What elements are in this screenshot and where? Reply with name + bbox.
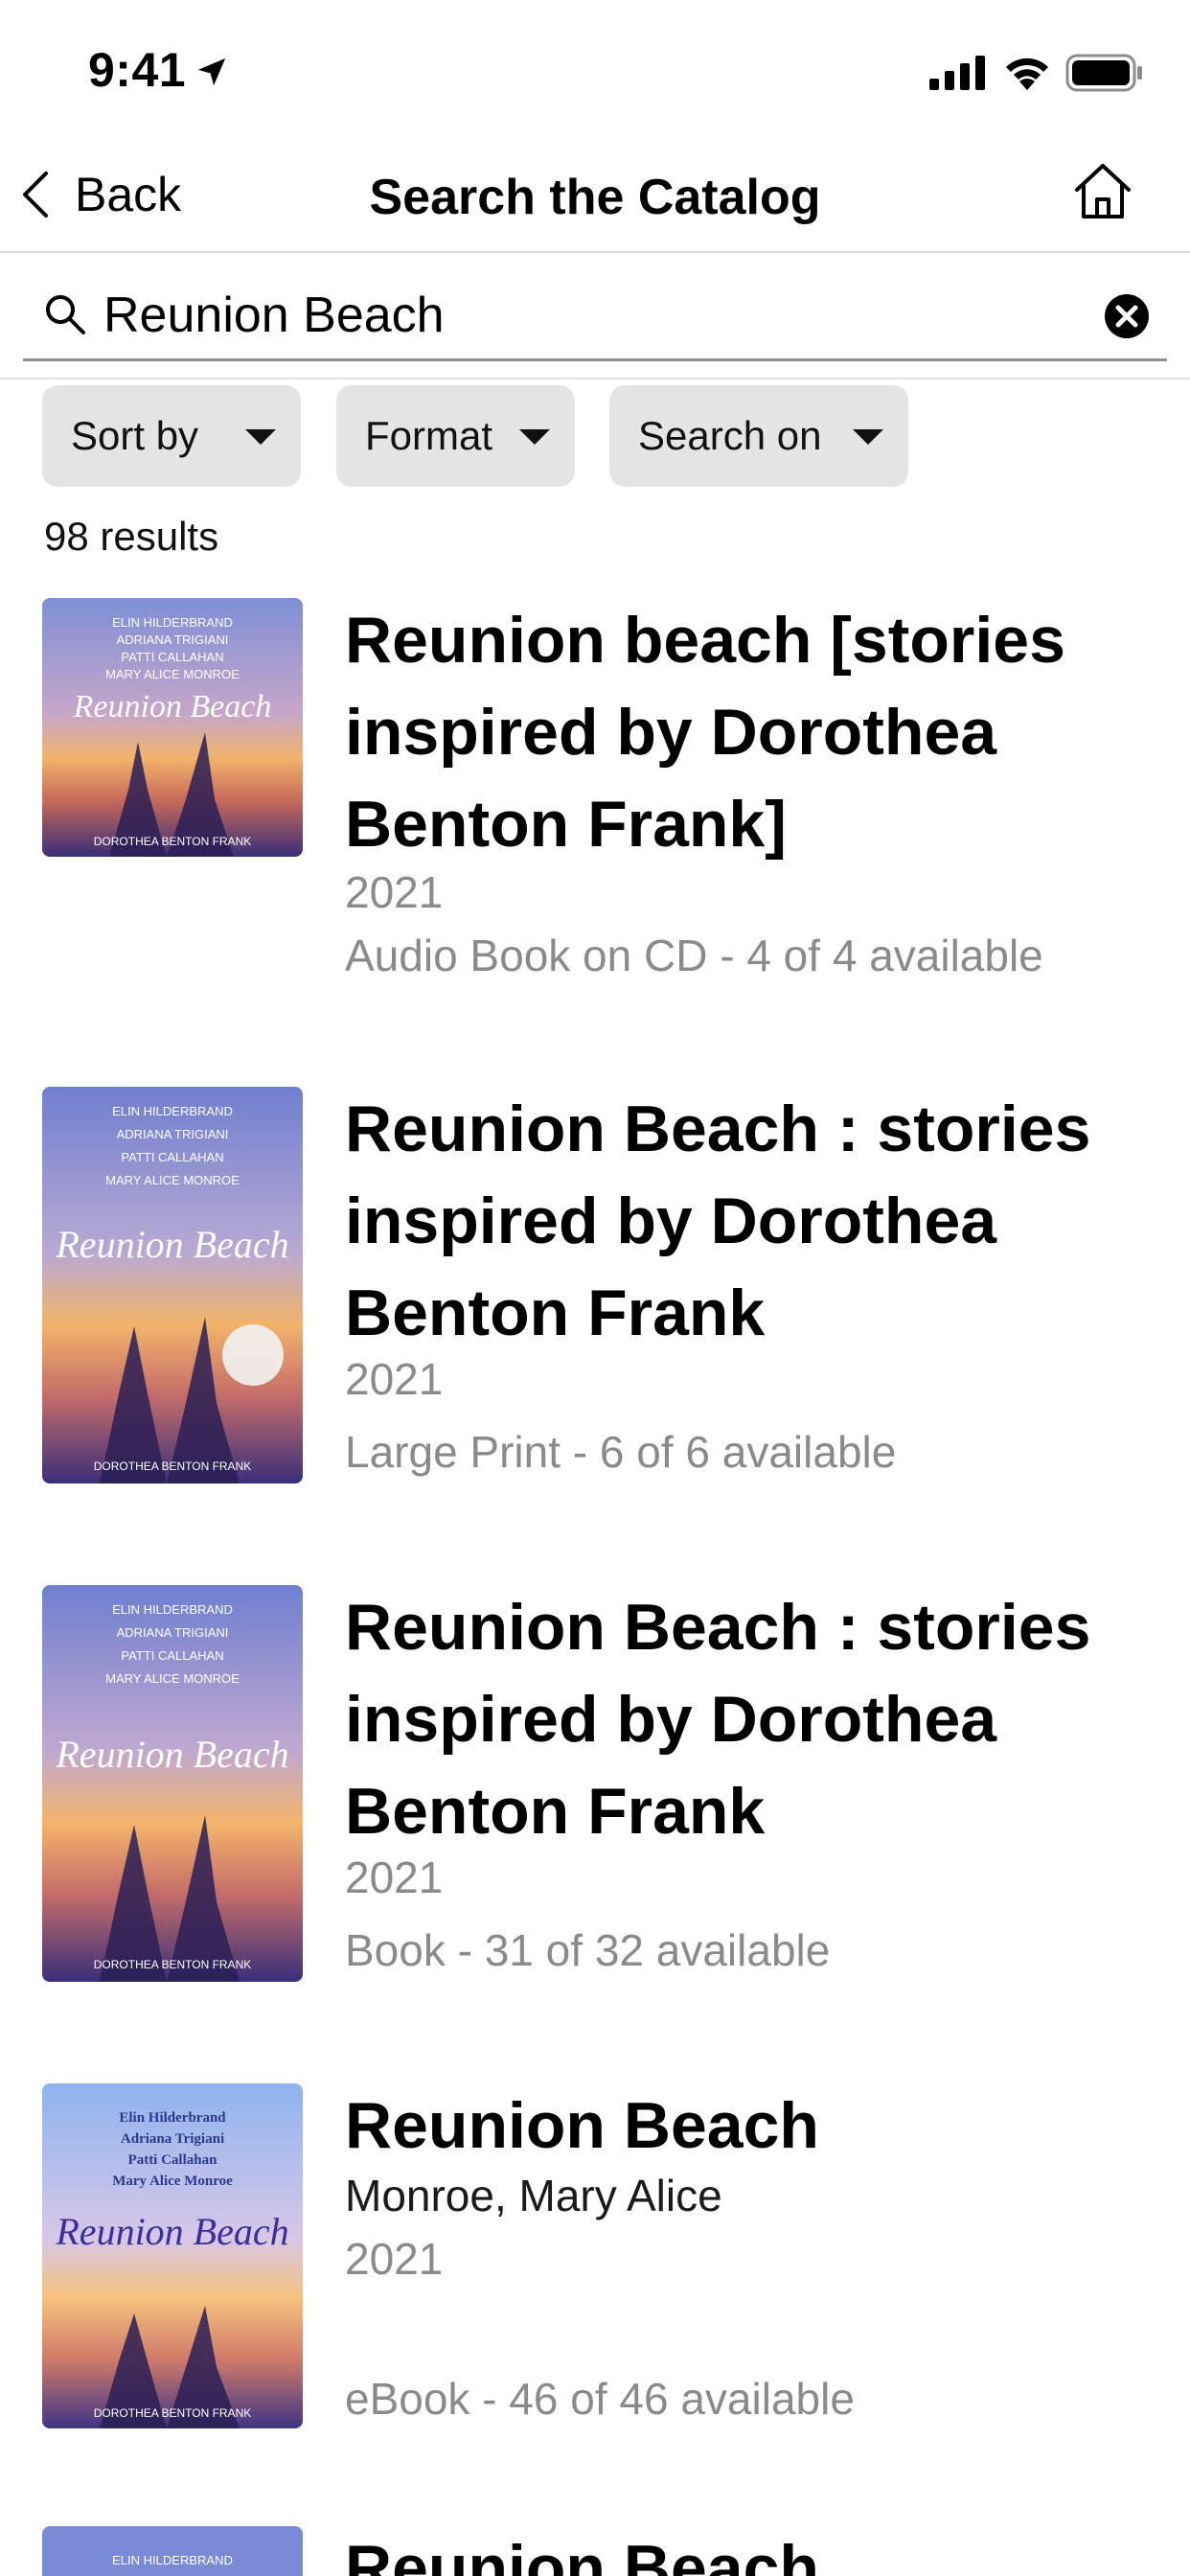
search-bar — [23, 276, 1167, 361]
result-item[interactable]: ELIN HILDERBRAND ADRIANA TRIGIANI PATTI … — [0, 1083, 1190, 1562]
cover-author: Patti Callahan — [128, 2152, 218, 2168]
cover-author: ELIN HILDERBRAND — [112, 1602, 233, 1617]
cover-author: ADRIANA TRIGIANI — [117, 1625, 229, 1640]
cover-author: MARY ALICE MONROE — [105, 1671, 240, 1686]
result-year: 2021 — [345, 1354, 444, 1404]
format-dropdown[interactable]: Format — [336, 385, 575, 487]
result-year: 2021 — [345, 2234, 444, 2284]
result-availability: eBook - 46 of 46 available — [345, 2374, 855, 2424]
back-label: Back — [75, 168, 182, 221]
book-cover-image: Elin Hilderbrand Adriana Trigiani Patti … — [42, 2083, 303, 2428]
search-input[interactable] — [103, 282, 1062, 349]
search-on-label: Search on — [638, 413, 822, 458]
result-year: 2021 — [345, 867, 444, 917]
format-label: Format — [365, 413, 493, 458]
location-arrow-icon — [197, 58, 226, 86]
result-availability: Book - 31 of 32 available — [345, 1925, 831, 1975]
results-count: 98 results — [44, 514, 219, 559]
cover-author: PATTI CALLAHAN — [121, 1150, 223, 1164]
cover-author: MARY ALICE MONROE — [105, 667, 240, 681]
book-cover-image: ELIN HILDERBRAND ADRIANA TRIGIANI PATTI … — [42, 1585, 303, 1982]
book-cover-image: ELIN HILDERBRAND ADRIANA TRIGIANI PATTI … — [42, 1087, 303, 1484]
cover-author: PATTI CALLAHAN — [121, 650, 223, 664]
sort-by-label: Sort by — [71, 413, 199, 458]
result-title[interactable]: Reunion beach [stories inspired by Dorot… — [345, 594, 1150, 870]
cover-footer: DOROTHEA BENTON FRANK — [94, 1958, 251, 1971]
cover-title: Reunion Beach — [73, 689, 272, 724]
cover-title: Reunion Beach — [55, 1223, 288, 1266]
result-title[interactable]: Reunion Beach : stories inspired by Doro… — [345, 1581, 1150, 1857]
wifi-icon — [1006, 58, 1048, 90]
result-item[interactable]: ELIN HILDERBRAND Reunion Beach — [0, 2526, 1190, 2576]
result-title[interactable]: Reunion Beach — [345, 2080, 1150, 2172]
result-item[interactable]: Elin Hilderbrand Adriana Trigiani Patti … — [0, 2080, 1190, 2463]
status-time: 9:41 — [88, 43, 187, 97]
battery-icon — [1065, 54, 1142, 92]
divider — [0, 378, 1190, 380]
cover-author: ADRIANA TRIGIANI — [117, 632, 229, 647]
chevron-left-icon — [23, 172, 48, 218]
search-icon — [46, 295, 85, 334]
cover-footer: DOROTHEA BENTON FRANK — [94, 2406, 251, 2420]
result-title[interactable]: Reunion Beach — [345, 2526, 1150, 2576]
result-availability: Large Print - 6 of 6 available — [345, 1427, 897, 1477]
result-availability: Audio Book on CD - 4 of 4 available — [345, 931, 1043, 980]
cover-footer: DOROTHEA BENTON FRANK — [94, 835, 251, 848]
caret-down-icon — [853, 429, 883, 445]
status-bar: 9:41 — [0, 0, 1190, 144]
cover-title: Reunion Beach — [55, 2210, 288, 2253]
clear-search-icon[interactable] — [1104, 293, 1150, 339]
cover-footer: DOROTHEA BENTON FRANK — [94, 1460, 251, 1473]
sort-by-dropdown[interactable]: Sort by — [42, 385, 301, 487]
cover-title: Reunion Beach — [55, 1733, 288, 1776]
result-year: 2021 — [345, 1852, 444, 1902]
search-on-dropdown[interactable]: Search on — [609, 385, 908, 487]
cover-author: ELIN HILDERBRAND — [112, 615, 233, 630]
cover-author: ADRIANA TRIGIANI — [117, 1127, 229, 1141]
home-icon[interactable] — [1071, 159, 1134, 222]
cover-author: PATTI CALLAHAN — [121, 1648, 223, 1663]
book-cover-image: ELIN HILDERBRAND — [42, 2526, 303, 2576]
caret-down-icon — [245, 429, 276, 445]
result-title[interactable]: Reunion Beach : stories inspired by Doro… — [345, 1083, 1150, 1359]
cover-author: ELIN HILDERBRAND — [112, 1104, 233, 1118]
result-author: Monroe, Mary Alice — [345, 2171, 722, 2220]
back-button[interactable]: Back — [21, 161, 181, 228]
navigation-bar: Search the Catalog Back — [0, 144, 1190, 253]
caret-down-icon — [519, 429, 550, 445]
result-item[interactable]: ELIN HILDERBRAND ADRIANA TRIGIANI PATTI … — [0, 594, 1190, 1045]
book-cover-image: ELIN HILDERBRAND ADRIANA TRIGIANI PATTI … — [42, 598, 303, 857]
cover-author: Adriana Trigiani — [121, 2131, 224, 2147]
cover-author: Elin Hilderbrand — [119, 2110, 226, 2126]
cellular-signal-icon — [929, 56, 985, 90]
result-item[interactable]: ELIN HILDERBRAND ADRIANA TRIGIANI PATTI … — [0, 1581, 1190, 2060]
cover-author: ELIN HILDERBRAND — [112, 2553, 233, 2567]
cover-author: Mary Alice Monroe — [112, 2174, 233, 2189]
cover-author: MARY ALICE MONROE — [105, 1173, 240, 1187]
